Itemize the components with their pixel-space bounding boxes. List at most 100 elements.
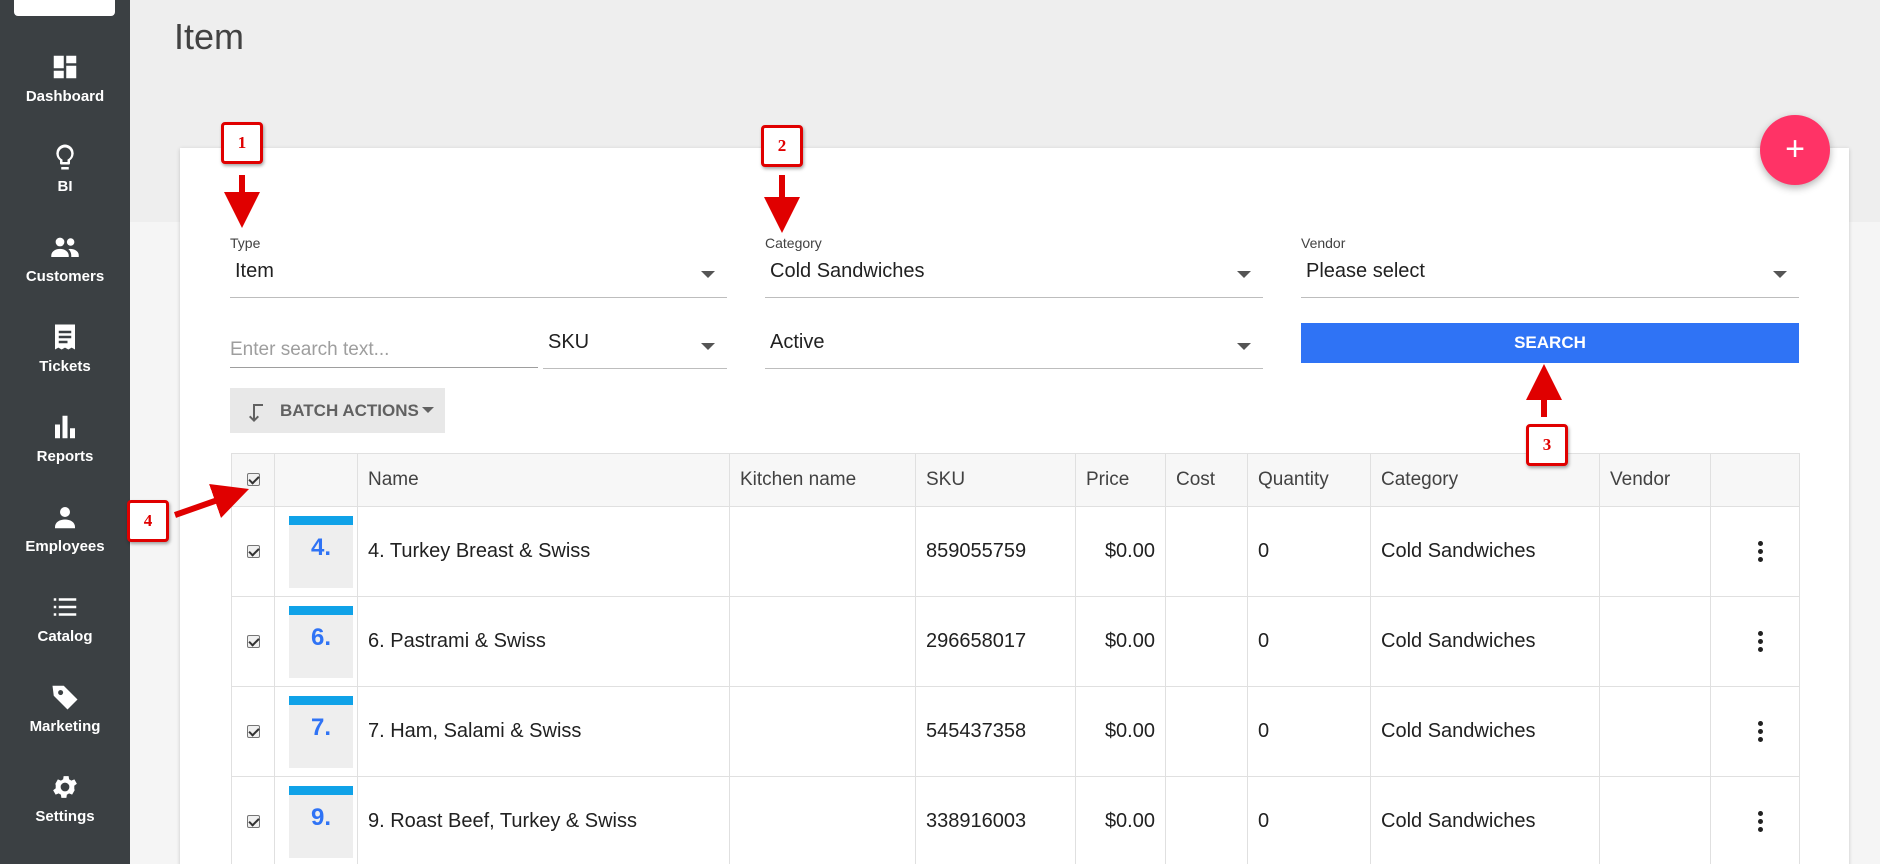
chevron-down-icon bbox=[422, 407, 434, 413]
column-header-image bbox=[274, 453, 358, 507]
thumbnail-color-bar bbox=[289, 515, 353, 525]
search-input[interactable] bbox=[230, 326, 538, 368]
thumbnail-label: 4. bbox=[310, 533, 331, 561]
select-all-checkbox[interactable] bbox=[246, 473, 260, 487]
sidebar-item-catalog[interactable]: Catalog bbox=[0, 592, 130, 672]
column-header-vendor[interactable]: Vendor bbox=[1599, 453, 1711, 507]
sidebar-item-label: Tickets bbox=[39, 358, 91, 375]
sidebar-item-tickets[interactable]: Tickets bbox=[0, 322, 130, 402]
thumbnail-color-bar bbox=[289, 695, 353, 705]
item-sku: 338916003 bbox=[915, 776, 1076, 864]
annotation-badge-1: 1 bbox=[221, 122, 263, 164]
dashboard-icon bbox=[50, 52, 80, 82]
sidebar: Dashboard BI Customers Tickets Reports E… bbox=[0, 0, 130, 864]
add-item-button[interactable]: + bbox=[1760, 115, 1830, 185]
row-checkbox[interactable] bbox=[246, 815, 260, 829]
chevron-down-icon bbox=[1237, 271, 1251, 278]
logo[interactable] bbox=[14, 0, 115, 16]
item-kitchen-name bbox=[729, 776, 916, 864]
item-name[interactable]: 7. Ham, Salami & Swiss bbox=[357, 686, 730, 777]
select-all-cell bbox=[231, 453, 275, 507]
sidebar-item-reports[interactable]: Reports bbox=[0, 412, 130, 492]
more-vert-icon[interactable] bbox=[1757, 541, 1763, 562]
row-actions-cell bbox=[1710, 596, 1800, 687]
people-icon bbox=[50, 232, 80, 262]
vendor-select[interactable]: Please select bbox=[1301, 255, 1799, 298]
category-value: Cold Sandwiches bbox=[770, 260, 925, 282]
receipt-icon bbox=[50, 322, 80, 352]
column-header-sku[interactable]: SKU bbox=[915, 453, 1076, 507]
column-header-actions bbox=[1710, 453, 1800, 507]
category-label: Category bbox=[765, 235, 822, 251]
row-checkbox[interactable] bbox=[246, 635, 260, 649]
column-header-name[interactable]: Name bbox=[357, 453, 730, 507]
item-name[interactable]: 9. Roast Beef, Turkey & Swiss bbox=[357, 776, 730, 864]
sidebar-item-label: Marketing bbox=[29, 718, 101, 735]
item-thumbnail: 4. bbox=[289, 515, 353, 588]
item-vendor bbox=[1599, 776, 1711, 864]
sidebar-item-bi[interactable]: BI bbox=[0, 142, 130, 222]
annotation-badge-2: 2 bbox=[761, 125, 803, 167]
column-header-quantity[interactable]: Quantity bbox=[1247, 453, 1371, 507]
chevron-down-icon bbox=[701, 271, 715, 278]
thumbnail-color-bar bbox=[289, 785, 353, 795]
more-vert-icon[interactable] bbox=[1757, 631, 1763, 652]
sidebar-item-marketing[interactable]: Marketing bbox=[0, 682, 130, 762]
chevron-down-icon bbox=[1773, 271, 1787, 278]
item-vendor bbox=[1599, 686, 1711, 777]
table-row[interactable]: 7. 7. Ham, Salami & Swiss 545437358 $0.0… bbox=[231, 686, 1800, 777]
batch-actions-button[interactable]: BATCH ACTIONS bbox=[230, 388, 445, 433]
item-name[interactable]: 6. Pastrami & Swiss bbox=[357, 596, 730, 687]
item-quantity: 0 bbox=[1247, 686, 1371, 777]
search-field-select[interactable]: SKU bbox=[543, 326, 727, 369]
lightbulb-icon bbox=[50, 142, 80, 172]
more-vert-icon[interactable] bbox=[1757, 721, 1763, 742]
table-row[interactable]: 6. 6. Pastrami & Swiss 296658017 $0.00 0… bbox=[231, 596, 1800, 687]
table-row[interactable]: 4. 4. Turkey Breast & Swiss 859055759 $0… bbox=[231, 506, 1800, 597]
status-select[interactable]: Active bbox=[765, 326, 1263, 369]
row-select-cell bbox=[231, 686, 275, 777]
search-field-value: SKU bbox=[548, 331, 590, 353]
tag-icon bbox=[50, 682, 80, 712]
item-kitchen-name bbox=[729, 596, 916, 687]
chevron-down-icon bbox=[1237, 343, 1251, 350]
item-name[interactable]: 4. Turkey Breast & Swiss bbox=[357, 506, 730, 597]
item-category: Cold Sandwiches bbox=[1370, 776, 1600, 864]
category-select[interactable]: Cold Sandwiches bbox=[765, 255, 1263, 298]
item-cost bbox=[1165, 776, 1248, 864]
column-header-price[interactable]: Price bbox=[1075, 453, 1166, 507]
type-label: Type bbox=[230, 235, 261, 251]
row-checkbox[interactable] bbox=[246, 725, 260, 739]
item-category: Cold Sandwiches bbox=[1370, 596, 1600, 687]
item-sku: 859055759 bbox=[915, 506, 1076, 597]
person-icon bbox=[50, 502, 80, 532]
sidebar-item-settings[interactable]: Settings bbox=[0, 772, 130, 852]
item-category: Cold Sandwiches bbox=[1370, 506, 1600, 597]
status-value: Active bbox=[770, 331, 825, 353]
row-select-cell bbox=[231, 506, 275, 597]
sidebar-item-employees[interactable]: Employees bbox=[0, 502, 130, 582]
column-header-cost[interactable]: Cost bbox=[1165, 453, 1248, 507]
sidebar-item-label: Employees bbox=[25, 538, 105, 555]
item-vendor bbox=[1599, 506, 1711, 597]
sidebar-item-customers[interactable]: Customers bbox=[0, 232, 130, 312]
batch-actions-label: BATCH ACTIONS bbox=[280, 401, 419, 420]
sidebar-item-label: Customers bbox=[25, 268, 105, 285]
annotation-badge-4: 4 bbox=[127, 500, 169, 542]
item-cost bbox=[1165, 596, 1248, 687]
annotation-badge-3: 3 bbox=[1526, 424, 1568, 466]
item-cost bbox=[1165, 506, 1248, 597]
batch-arrow-icon bbox=[249, 404, 263, 422]
thumbnail-color-bar bbox=[289, 605, 353, 615]
table-row[interactable]: 9. 9. Roast Beef, Turkey & Swiss 3389160… bbox=[231, 776, 1800, 864]
sidebar-item-dashboard[interactable]: Dashboard bbox=[0, 52, 130, 132]
more-vert-icon[interactable] bbox=[1757, 811, 1763, 832]
type-select[interactable]: Item bbox=[230, 255, 727, 298]
item-thumbnail: 9. bbox=[289, 785, 353, 858]
items-table: Name Kitchen name SKU Price Cost Quantit… bbox=[231, 453, 1800, 864]
thumbnail-cell: 7. bbox=[274, 686, 358, 777]
search-button[interactable]: SEARCH bbox=[1301, 323, 1799, 363]
row-checkbox[interactable] bbox=[246, 545, 260, 559]
column-header-kitchen-name[interactable]: Kitchen name bbox=[729, 453, 916, 507]
sidebar-item-label: Catalog bbox=[37, 628, 93, 645]
